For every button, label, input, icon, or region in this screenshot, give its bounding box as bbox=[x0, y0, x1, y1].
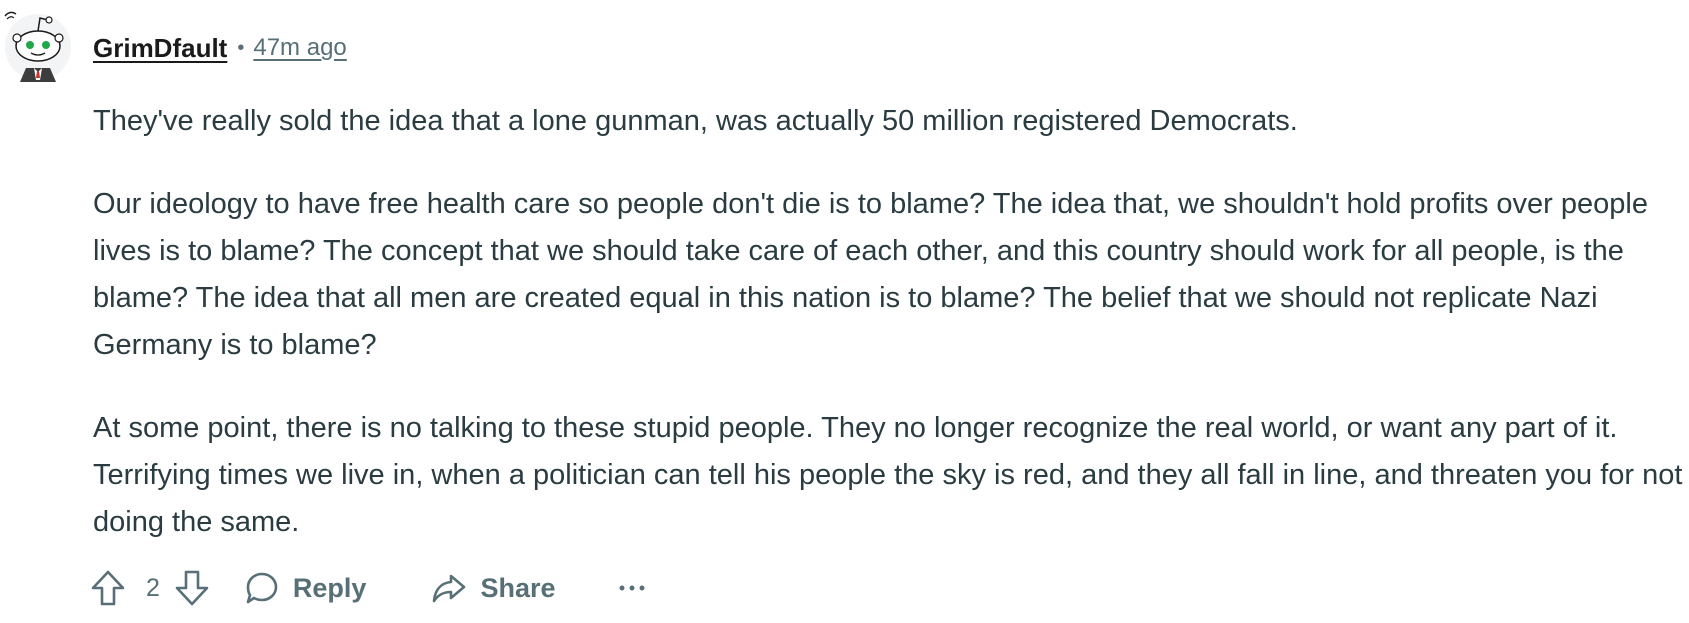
more-options-button[interactable] bbox=[619, 583, 645, 593]
avatar[interactable] bbox=[2, 6, 74, 82]
comment-body: They've really sold the idea that a lone… bbox=[93, 98, 1689, 546]
share-arrow-icon bbox=[433, 574, 466, 603]
share-button[interactable]: Share bbox=[431, 570, 555, 606]
timestamp-link[interactable]: 47m ago bbox=[253, 34, 346, 62]
comment-meta: GrimDfault • 47m ago bbox=[93, 30, 347, 66]
ellipsis-icon bbox=[619, 585, 645, 591]
comment-action-bar: 2 Reply Share bbox=[90, 564, 645, 612]
comment-paragraph: At some point, there is no talking to th… bbox=[93, 412, 1683, 538]
comment-paragraph: Our ideology to have free health care so… bbox=[93, 188, 1648, 361]
author-link[interactable]: GrimDfault bbox=[93, 33, 227, 64]
upvote-arrow-icon bbox=[91, 570, 125, 606]
meta-separator: • bbox=[237, 36, 245, 59]
snoo-avatar-icon bbox=[4, 11, 71, 82]
reply-button[interactable]: Reply bbox=[244, 570, 367, 606]
downvote-arrow-icon bbox=[175, 570, 209, 606]
comment-paragraph: They've really sold the idea that a lone… bbox=[93, 105, 1298, 137]
upvote-button[interactable] bbox=[90, 569, 126, 607]
comment: GrimDfault • 47m ago They've really sold… bbox=[0, 0, 1689, 623]
downvote-button[interactable] bbox=[174, 569, 210, 607]
reply-label: Reply bbox=[292, 572, 367, 603]
speech-bubble-icon bbox=[246, 572, 278, 604]
share-label: Share bbox=[480, 572, 556, 603]
vote-count: 2 bbox=[146, 573, 160, 602]
